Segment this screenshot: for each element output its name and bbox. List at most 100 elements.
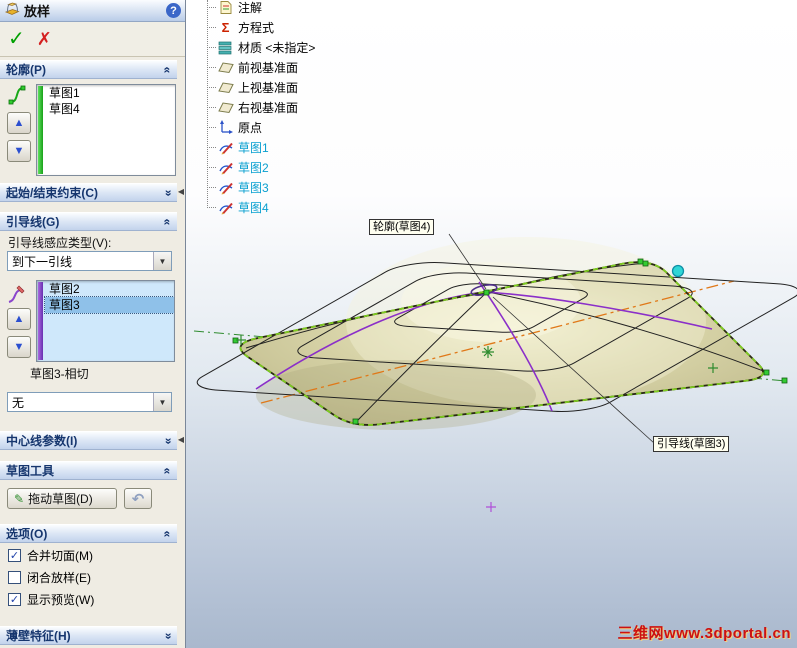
section-header-options[interactable]: 选项(O) «	[0, 524, 177, 543]
tree-item-origin[interactable]: 原点	[207, 117, 262, 137]
section-title: 引导线(G)	[6, 215, 60, 229]
sketch-icon	[217, 179, 234, 195]
undo-button[interactable]: ↶	[124, 488, 152, 509]
expand-chevron-icon[interactable]: «	[161, 437, 175, 444]
checkbox-row-close-loft: 闭合放样(E)	[8, 569, 91, 585]
expand-chevron-icon[interactable]: «	[161, 632, 175, 639]
sketch-icon	[217, 159, 234, 175]
tree-connector	[207, 126, 216, 128]
cancel-button[interactable]: ✗	[37, 30, 52, 48]
tree-item-material[interactable]: 材质 <未指定>	[207, 37, 315, 57]
guide-curve-callout[interactable]: 引导线(草图3)	[653, 436, 730, 452]
section-header-centerline[interactable]: 中心线参数(I) «	[0, 431, 177, 450]
tree-item-label: 前视基准面	[238, 60, 299, 75]
tree-item-label: 材质 <未指定>	[238, 40, 316, 55]
section-header-thin-feature[interactable]: 薄壁特征(H) «	[0, 626, 177, 645]
list-item[interactable]: 草图4	[45, 101, 175, 117]
guide-curves-list[interactable]: 草图2 草图3	[36, 280, 175, 362]
checkbox-row-merge-tangent-faces: ✓ 合并切面(M)	[8, 547, 93, 563]
loft-feature-icon	[4, 0, 20, 21]
collapse-chevron-icon[interactable]: «	[161, 218, 175, 225]
up-arrow-icon: ▲	[13, 117, 25, 129]
move-up-button[interactable]: ▲	[7, 308, 31, 330]
tree-item-label: 草图2	[238, 160, 269, 175]
dropdown-value: 无	[12, 395, 25, 410]
move-up-button[interactable]: ▲	[7, 112, 31, 134]
list-item[interactable]: 草图2	[45, 281, 174, 297]
tree-item-sketch4[interactable]: 草图4	[207, 197, 269, 217]
section-header-start-end-constraints[interactable]: 起始/结束约束(C) «	[0, 183, 177, 202]
sketch-point-marker[interactable]	[486, 502, 496, 512]
list-item[interactable]: 草图1	[45, 85, 175, 101]
plane-icon	[217, 99, 234, 115]
guide-influence-label: 引导线感应类型(V):	[8, 236, 112, 250]
selected-vertex[interactable]	[671, 264, 685, 278]
tree-item-top-plane[interactable]: 上视基准面	[207, 77, 298, 97]
drag-sketch-button[interactable]: ✎ 拖动草图(D)	[7, 488, 117, 509]
tree-item-right-plane[interactable]: 右视基准面	[207, 97, 298, 117]
pencil-icon: ✎	[14, 491, 25, 506]
section-header-guide-curves[interactable]: 引导线(G) «	[0, 212, 177, 231]
list-item-selected[interactable]: 草图3	[44, 296, 174, 314]
checkbox-label: 合并切面(M)	[27, 548, 93, 563]
collapse-chevron-icon[interactable]: «	[161, 530, 175, 537]
section-header-profiles[interactable]: 轮廓(P) «	[0, 60, 177, 79]
section-title: 中心线参数(I)	[6, 434, 78, 448]
graphics-viewport[interactable]: 注解 Σ 方程式 材质 <未指定> 前视基准面 上视基准面 右视基准面 原点 草…	[186, 0, 797, 648]
dropdown-arrow-icon[interactable]: ▼	[153, 393, 171, 411]
collapse-chevron-icon[interactable]: «	[161, 66, 175, 73]
tree-connector	[207, 86, 216, 88]
tree-connector	[207, 46, 216, 48]
tree-connector	[207, 166, 216, 168]
show-preview-checkbox[interactable]: ✓	[8, 592, 21, 606]
help-button[interactable]: ?	[166, 3, 181, 18]
guide-curve-selector-icon	[5, 284, 27, 306]
feature-tree: 注解 Σ 方程式 材质 <未指定> 前视基准面 上视基准面 右视基准面 原点 草…	[186, 0, 406, 225]
close-loft-checkbox[interactable]	[8, 570, 21, 584]
tree-item-annotations[interactable]: 注解	[207, 0, 262, 17]
plane-icon	[217, 79, 234, 95]
tree-item-label: 注解	[238, 0, 263, 15]
panel-title-bar: 放样 ?	[0, 0, 185, 22]
tree-item-sketch3[interactable]: 草图3	[207, 177, 269, 197]
checkbox-row-show-preview: ✓ 显示预览(W)	[8, 591, 94, 607]
move-down-button[interactable]: ▼	[7, 336, 31, 358]
tree-item-sketch1[interactable]: 草图1	[207, 137, 269, 157]
profile-callout[interactable]: 轮廓(草图4)	[369, 219, 435, 235]
dropdown-arrow-icon[interactable]: ▼	[153, 252, 171, 270]
tree-item-sketch2[interactable]: 草图2	[207, 157, 269, 177]
surface-highlight	[401, 262, 581, 342]
annotations-icon	[217, 0, 234, 15]
ok-button[interactable]: ✓	[8, 29, 25, 49]
expand-chevron-icon[interactable]: «	[161, 189, 175, 196]
tree-item-equations[interactable]: Σ 方程式	[207, 17, 274, 37]
tree-item-label: 右视基准面	[238, 100, 299, 115]
tangency-label: 草图3-相切	[30, 367, 89, 381]
move-down-button[interactable]: ▼	[7, 140, 31, 162]
section-title: 起始/结束约束(C)	[6, 186, 98, 200]
tree-connector	[207, 6, 216, 8]
flyout-arrow-icon: ◀	[177, 187, 184, 196]
profiles-list[interactable]: 草图1 草图4	[36, 84, 176, 176]
tree-item-label: 草图4	[238, 200, 269, 215]
profiles-selection-strip	[38, 86, 43, 174]
down-arrow-icon: ▼	[13, 145, 25, 157]
collapse-chevron-icon[interactable]: «	[161, 467, 175, 474]
section-title: 轮廓(P)	[6, 63, 46, 77]
up-arrow-icon: ▲	[13, 313, 25, 325]
undo-icon: ↶	[131, 490, 145, 508]
plane-icon	[217, 59, 234, 75]
equations-icon: Σ	[221, 19, 230, 35]
tangency-dropdown[interactable]: 无 ▼	[7, 392, 172, 412]
checkbox-label: 闭合放样(E)	[27, 570, 91, 585]
guide-influence-dropdown[interactable]: 到下一引线 ▼	[7, 251, 172, 271]
tree-item-label: 上视基准面	[238, 80, 299, 95]
tree-item-label: 方程式	[238, 20, 275, 35]
tree-connector	[207, 26, 216, 28]
property-manager-panel: 放样 ? ✓ ✗ 轮廓(P) « 草图1 草图4 ▲ ▼ 起始/结束约束(C) …	[0, 0, 186, 648]
section-header-sketch-tools[interactable]: 草图工具 «	[0, 461, 177, 480]
tree-item-front-plane[interactable]: 前视基准面	[207, 57, 298, 77]
merge-tangent-faces-checkbox[interactable]: ✓	[8, 548, 21, 562]
sketch-icon	[217, 139, 234, 155]
checkbox-label: 显示预览(W)	[27, 592, 95, 607]
